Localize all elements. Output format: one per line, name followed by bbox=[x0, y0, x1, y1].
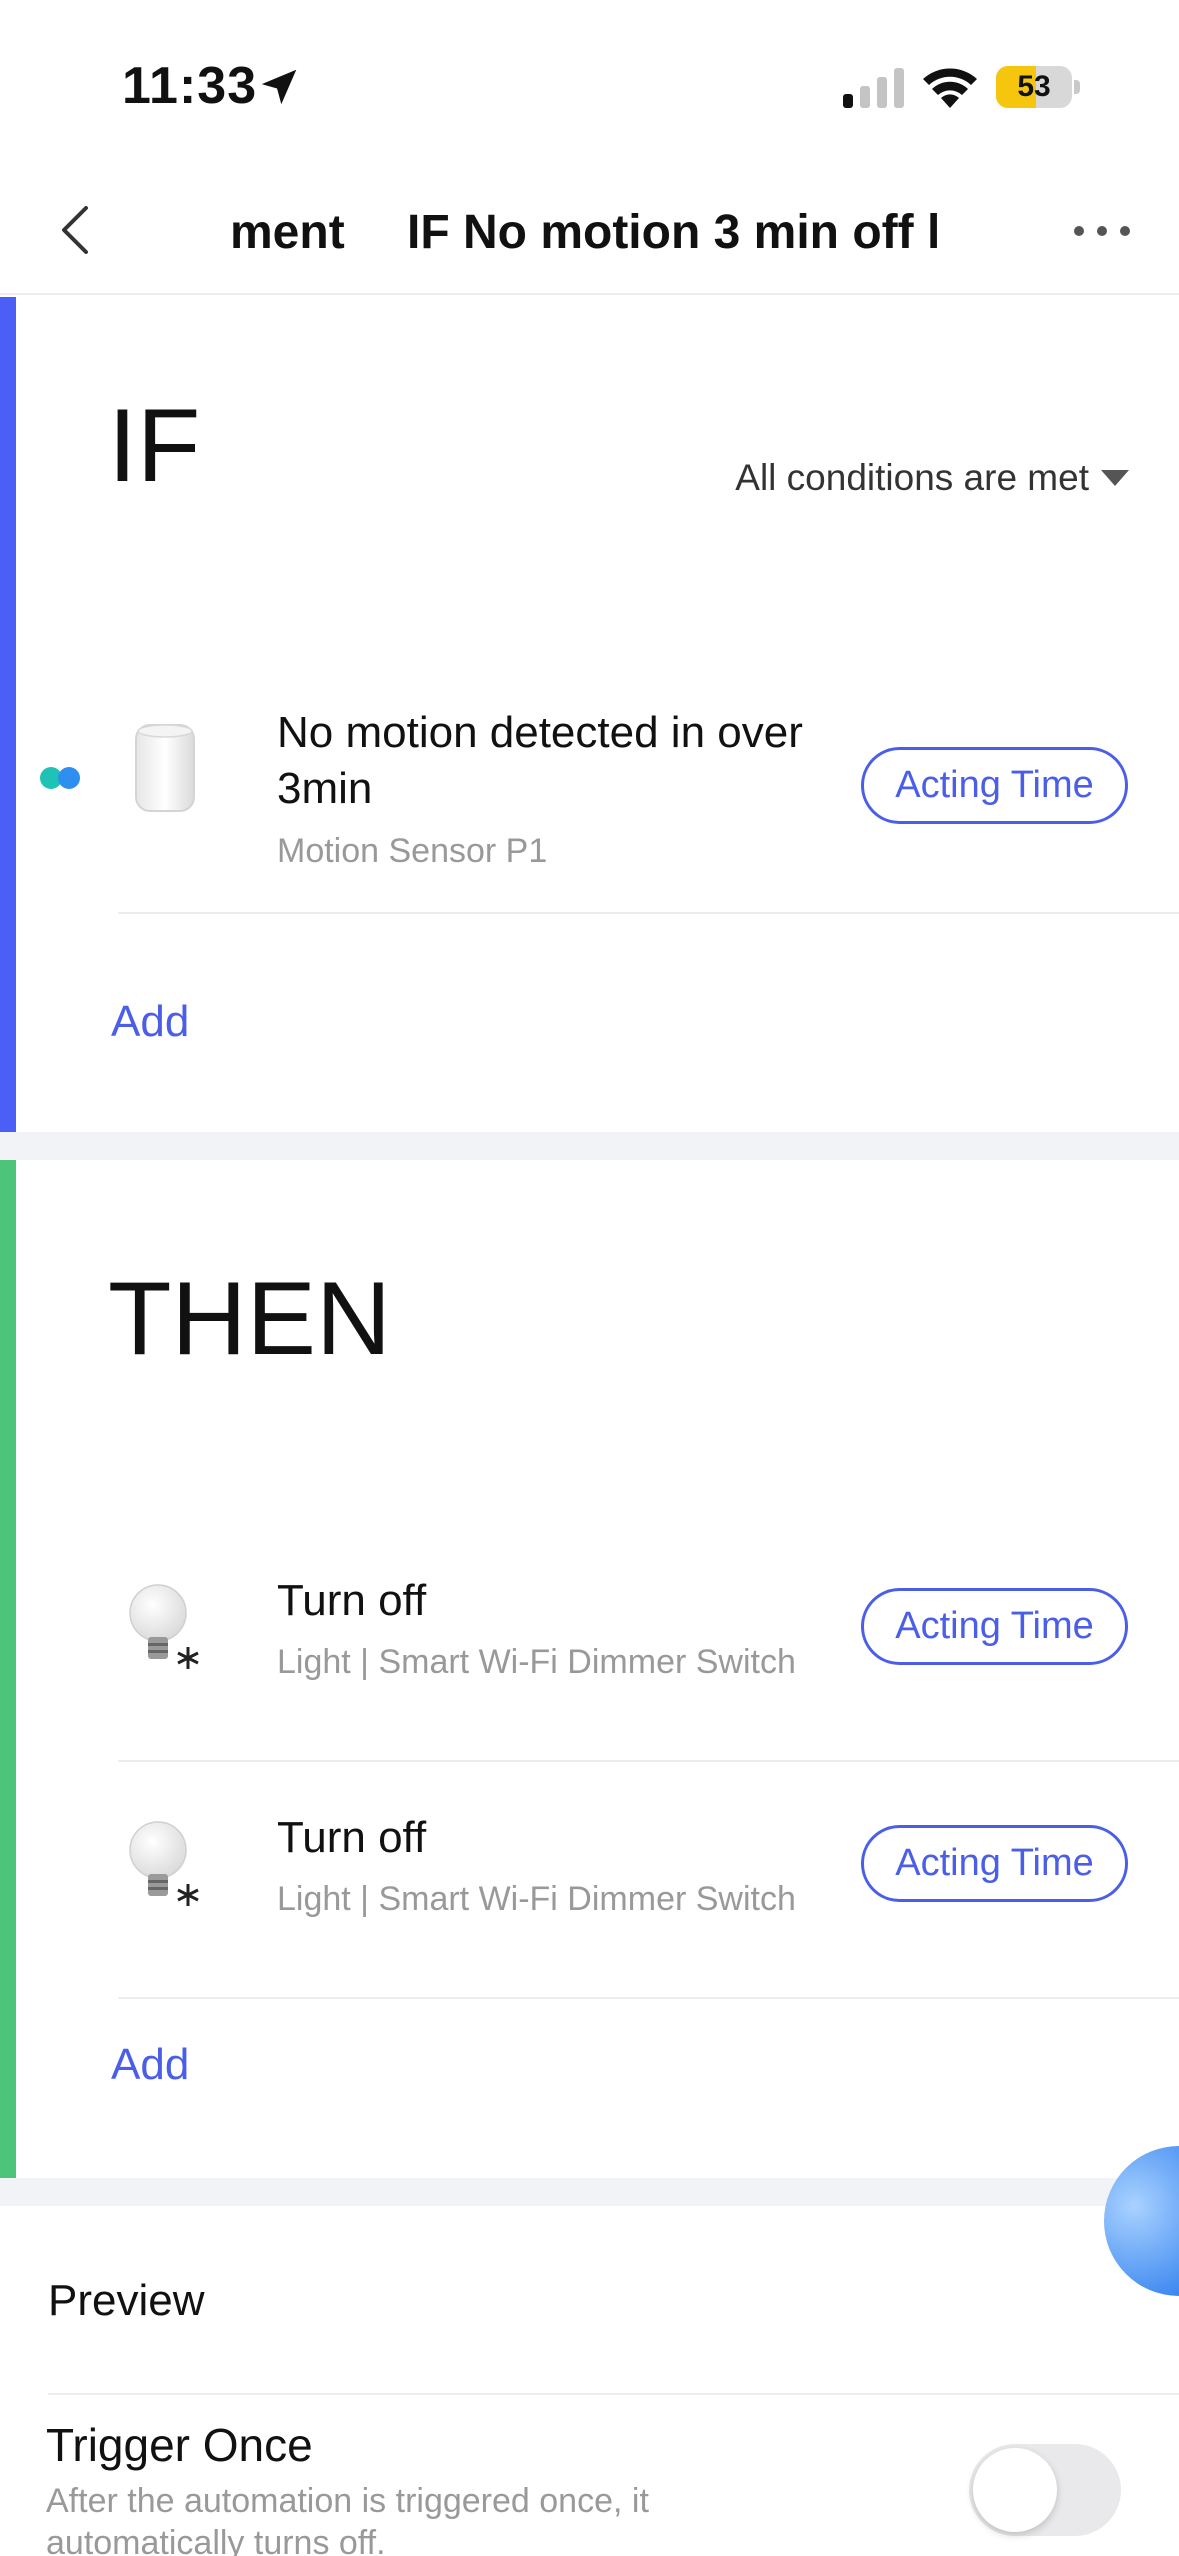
action-title: Turn off bbox=[277, 1813, 427, 1862]
trigger-once-title: Trigger Once bbox=[46, 2419, 313, 2471]
action-title: Turn off bbox=[277, 1576, 427, 1625]
action-device: Light | Smart Wi-Fi Dimmer Switch bbox=[277, 1880, 796, 1918]
cellular-signal-icon bbox=[843, 68, 904, 108]
if-condition-row[interactable]: No motion detected in over 3min Motion S… bbox=[0, 657, 1179, 914]
divider bbox=[48, 2393, 1179, 2395]
battery-percent: 53 bbox=[1017, 70, 1051, 103]
nav-bar: ment IF No motion 3 min off l bbox=[0, 170, 1179, 295]
device-status-dots-icon bbox=[40, 767, 84, 789]
motion-sensor-icon bbox=[135, 724, 195, 812]
trigger-once-toggle[interactable] bbox=[969, 2444, 1121, 2536]
status-bar: 11:33 53 bbox=[0, 0, 1179, 160]
action-device: Light | Smart Wi-Fi Dimmer Switch bbox=[277, 1643, 796, 1681]
back-chevron-icon[interactable] bbox=[50, 200, 100, 260]
nav-title-container: ment IF No motion 3 min off l bbox=[150, 195, 950, 265]
acting-time-button[interactable]: Acting Time bbox=[861, 747, 1128, 824]
condition-title: No motion detected in over 3min bbox=[277, 708, 803, 813]
condition-mode-dropdown[interactable]: All conditions are met bbox=[735, 457, 1129, 499]
preview-row[interactable]: Preview bbox=[48, 2276, 205, 2326]
divider bbox=[118, 1997, 1179, 1999]
toggle-knob bbox=[973, 2448, 1057, 2532]
battery-icon: 53 bbox=[996, 66, 1080, 108]
wifi-icon bbox=[923, 68, 977, 108]
trigger-once-description: After the automation is triggered once, … bbox=[46, 2482, 649, 2556]
section-separator bbox=[0, 1132, 1179, 1160]
then-title: THEN bbox=[108, 1261, 392, 1377]
then-section: THEN Turn off Light | Smart Wi-Fi Dimmer… bbox=[0, 1160, 1179, 2178]
condition-device: Motion Sensor P1 bbox=[277, 832, 548, 870]
location-arrow-icon bbox=[261, 69, 297, 105]
if-section: IF All conditions are met No motion dete… bbox=[0, 297, 1179, 1132]
more-options-icon[interactable] bbox=[1070, 210, 1134, 250]
caret-down-icon bbox=[1101, 470, 1129, 486]
acting-time-button[interactable]: Acting Time bbox=[861, 1825, 1128, 1902]
add-condition-button[interactable]: Add bbox=[111, 997, 189, 1047]
condition-mode-label: All conditions are met bbox=[735, 457, 1089, 498]
status-time: 11:33 bbox=[122, 57, 258, 115]
previous-page-title: ment bbox=[230, 206, 345, 259]
section-separator bbox=[0, 2178, 1179, 2206]
light-bulb-icon bbox=[129, 1584, 199, 1669]
light-bulb-icon bbox=[129, 1821, 199, 1906]
then-action-row[interactable]: Turn off Light | Smart Wi-Fi Dimmer Swit… bbox=[0, 1760, 1179, 1999]
acting-time-button[interactable]: Acting Time bbox=[861, 1588, 1128, 1665]
if-title: IF bbox=[108, 388, 201, 504]
page-title: IF No motion 3 min off l bbox=[407, 206, 941, 259]
divider bbox=[118, 912, 1179, 914]
add-action-button[interactable]: Add bbox=[111, 2040, 189, 2090]
